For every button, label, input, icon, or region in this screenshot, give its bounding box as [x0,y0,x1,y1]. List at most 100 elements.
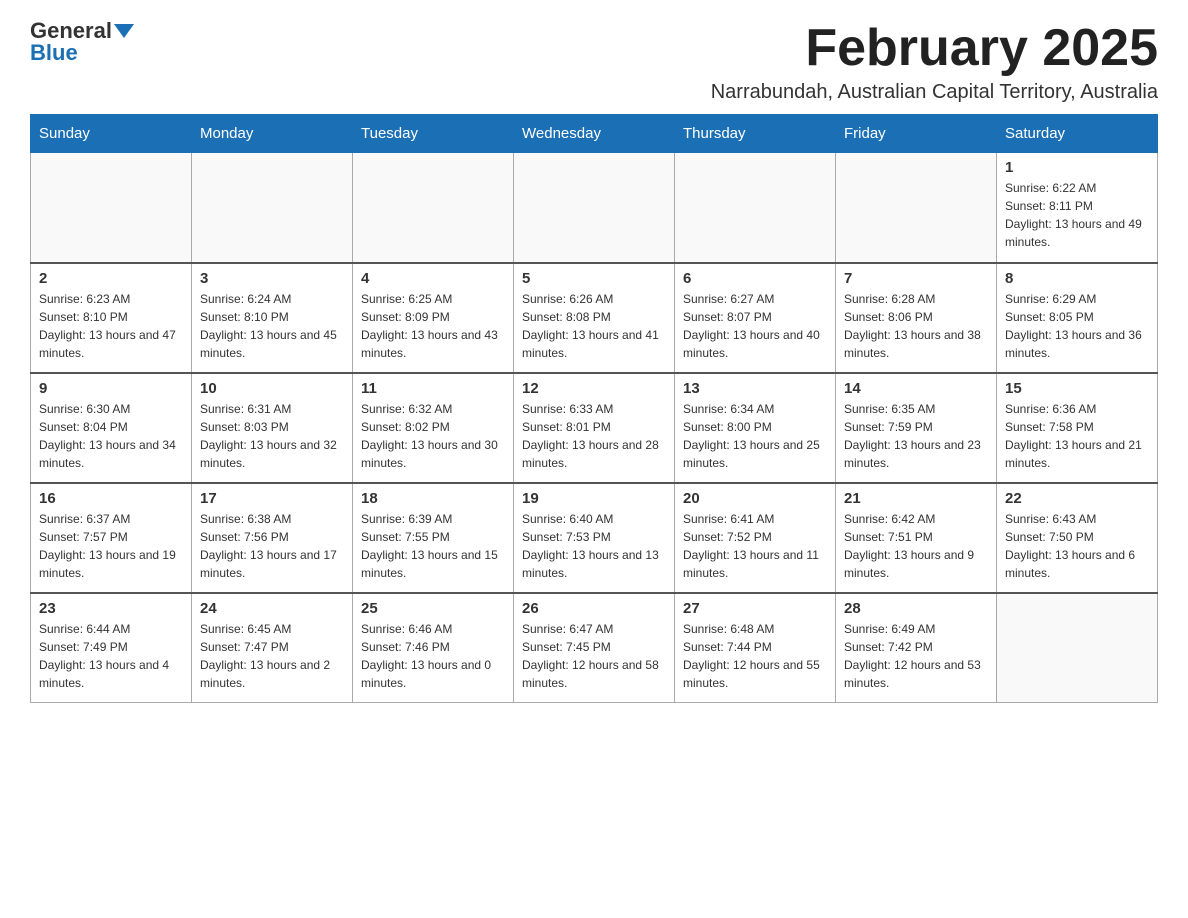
day-number: 11 [361,380,505,397]
day-number: 18 [361,490,505,507]
logo-triangle-icon [114,24,134,38]
calendar-cell: 19 Sunrise: 6:40 AM Sunset: 7:53 PM Dayli… [514,483,675,593]
logo-blue: Blue [30,42,78,64]
day-info: Sunrise: 6:46 AM Sunset: 7:46 PM Dayligh… [361,620,505,692]
calendar-cell: 16 Sunrise: 6:37 AM Sunset: 7:57 PM Dayli… [31,483,192,593]
day-info: Sunrise: 6:32 AM Sunset: 8:02 PM Dayligh… [361,400,505,472]
calendar-cell: 18 Sunrise: 6:39 AM Sunset: 7:55 PM Dayli… [353,483,514,593]
day-info: Sunrise: 6:42 AM Sunset: 7:51 PM Dayligh… [844,510,988,582]
calendar-cell [514,153,675,263]
day-info: Sunrise: 6:30 AM Sunset: 8:04 PM Dayligh… [39,400,183,472]
calendar-cell: 13Sunrise: 6:34 AM Sunset: 8:00 PM Dayli… [675,373,836,483]
day-number: 20 [683,490,827,507]
day-number: 27 [683,600,827,617]
calendar-week-3: 9 Sunrise: 6:30 AM Sunset: 8:04 PM Daylig… [31,373,1158,483]
day-info: Sunrise: 6:43 AM Sunset: 7:50 PM Dayligh… [1005,510,1149,582]
day-number: 23 [39,600,183,617]
day-info: Sunrise: 6:31 AM Sunset: 8:03 PM Dayligh… [200,400,344,472]
day-info: Sunrise: 6:41 AM Sunset: 7:52 PM Dayligh… [683,510,827,582]
day-info: Sunrise: 6:40 AM Sunset: 7:53 PM Dayligh… [522,510,666,582]
day-number: 4 [361,270,505,287]
day-info: Sunrise: 6:35 AM Sunset: 7:59 PM Dayligh… [844,400,988,472]
calendar-cell: 22 Sunrise: 6:43 AM Sunset: 7:50 PM Dayli… [997,483,1158,593]
day-number: 12 [522,380,666,397]
calendar-cell: 17 Sunrise: 6:38 AM Sunset: 7:56 PM Dayli… [192,483,353,593]
calendar-cell: 27 Sunrise: 6:48 AM Sunset: 7:44 PM Dayli… [675,593,836,703]
calendar-cell: 2 Sunrise: 6:23 AM Sunset: 8:10 PM Daylig… [31,263,192,373]
calendar-cell: 20 Sunrise: 6:41 AM Sunset: 7:52 PM Dayli… [675,483,836,593]
day-info: Sunrise: 6:25 AM Sunset: 8:09 PM Dayligh… [361,290,505,362]
calendar-cell [836,153,997,263]
header-monday: Monday [192,115,353,153]
day-number: 28 [844,600,988,617]
calendar-week-2: 2 Sunrise: 6:23 AM Sunset: 8:10 PM Daylig… [31,263,1158,373]
day-info: Sunrise: 6:23 AM Sunset: 8:10 PM Dayligh… [39,290,183,362]
day-info: Sunrise: 6:49 AM Sunset: 7:42 PM Dayligh… [844,620,988,692]
day-number: 16 [39,490,183,507]
logo-general: General [30,20,112,42]
day-number: 10 [200,380,344,397]
day-info: Sunrise: 6:45 AM Sunset: 7:47 PM Dayligh… [200,620,344,692]
calendar-cell: 8 Sunrise: 6:29 AM Sunset: 8:05 PM Daylig… [997,263,1158,373]
calendar-cell: 15 Sunrise: 6:36 AM Sunset: 7:58 PM Dayli… [997,373,1158,483]
day-number: 19 [522,490,666,507]
day-number: 26 [522,600,666,617]
day-number: 2 [39,270,183,287]
calendar-week-1: 1 Sunrise: 6:22 AM Sunset: 8:11 PM Daylig… [31,153,1158,263]
calendar-cell: 21 Sunrise: 6:42 AM Sunset: 7:51 PM Dayli… [836,483,997,593]
day-info: Sunrise: 6:37 AM Sunset: 7:57 PM Dayligh… [39,510,183,582]
header-tuesday: Tuesday [353,115,514,153]
day-info: Sunrise: 6:28 AM Sunset: 8:06 PM Dayligh… [844,290,988,362]
day-number: 24 [200,600,344,617]
calendar-cell: 9 Sunrise: 6:30 AM Sunset: 8:04 PM Daylig… [31,373,192,483]
calendar-cell: 5 Sunrise: 6:26 AM Sunset: 8:08 PM Daylig… [514,263,675,373]
calendar-cell: 24 Sunrise: 6:45 AM Sunset: 7:47 PM Dayli… [192,593,353,703]
calendar-cell: 4 Sunrise: 6:25 AM Sunset: 8:09 PM Daylig… [353,263,514,373]
day-number: 13 [683,380,827,397]
calendar-cell: 1 Sunrise: 6:22 AM Sunset: 8:11 PM Daylig… [997,153,1158,263]
calendar-cell: 7 Sunrise: 6:28 AM Sunset: 8:06 PM Daylig… [836,263,997,373]
day-info: Sunrise: 6:39 AM Sunset: 7:55 PM Dayligh… [361,510,505,582]
logo: General Blue [30,20,134,64]
day-info: Sunrise: 6:24 AM Sunset: 8:10 PM Dayligh… [200,290,344,362]
day-number: 14 [844,380,988,397]
day-number: 6 [683,270,827,287]
day-info: Sunrise: 6:36 AM Sunset: 7:58 PM Dayligh… [1005,400,1149,472]
day-number: 17 [200,490,344,507]
day-number: 21 [844,490,988,507]
page-header: General Blue February 2025 Narrabundah, … [30,20,1158,104]
calendar-cell: 25Sunrise: 6:46 AM Sunset: 7:46 PM Dayli… [353,593,514,703]
day-number: 15 [1005,380,1149,397]
day-info: Sunrise: 6:38 AM Sunset: 7:56 PM Dayligh… [200,510,344,582]
header-saturday: Saturday [997,115,1158,153]
day-number: 1 [1005,159,1149,176]
header-wednesday: Wednesday [514,115,675,153]
calendar-cell: 14 Sunrise: 6:35 AM Sunset: 7:59 PM Dayli… [836,373,997,483]
calendar-cell: 26 Sunrise: 6:47 AM Sunset: 7:45 PM Dayli… [514,593,675,703]
day-number: 7 [844,270,988,287]
calendar-table: SundayMondayTuesdayWednesdayThursdayFrid… [30,114,1158,703]
calendar-cell [192,153,353,263]
day-info: Sunrise: 6:26 AM Sunset: 8:08 PM Dayligh… [522,290,666,362]
header-sunday: Sunday [31,115,192,153]
calendar-cell: 12Sunrise: 6:33 AM Sunset: 8:01 PM Dayli… [514,373,675,483]
calendar-cell: 11 Sunrise: 6:32 AM Sunset: 8:02 PM Dayli… [353,373,514,483]
calendar-cell: 28 Sunrise: 6:49 AM Sunset: 7:42 PM Dayli… [836,593,997,703]
calendar-cell: 3 Sunrise: 6:24 AM Sunset: 8:10 PM Daylig… [192,263,353,373]
day-number: 3 [200,270,344,287]
day-number: 5 [522,270,666,287]
day-info: Sunrise: 6:29 AM Sunset: 8:05 PM Dayligh… [1005,290,1149,362]
calendar-cell [997,593,1158,703]
month-title: February 2025 [711,20,1158,77]
day-info: Sunrise: 6:27 AM Sunset: 8:07 PM Dayligh… [683,290,827,362]
location-title: Narrabundah, Australian Capital Territor… [711,81,1158,104]
day-number: 9 [39,380,183,397]
calendar-cell: 10 Sunrise: 6:31 AM Sunset: 8:03 PM Dayli… [192,373,353,483]
day-info: Sunrise: 6:22 AM Sunset: 8:11 PM Dayligh… [1005,179,1149,251]
day-info: Sunrise: 6:48 AM Sunset: 7:44 PM Dayligh… [683,620,827,692]
day-number: 8 [1005,270,1149,287]
calendar-cell: 23Sunrise: 6:44 AM Sunset: 7:49 PM Dayli… [31,593,192,703]
day-number: 22 [1005,490,1149,507]
day-info: Sunrise: 6:47 AM Sunset: 7:45 PM Dayligh… [522,620,666,692]
calendar-cell [353,153,514,263]
